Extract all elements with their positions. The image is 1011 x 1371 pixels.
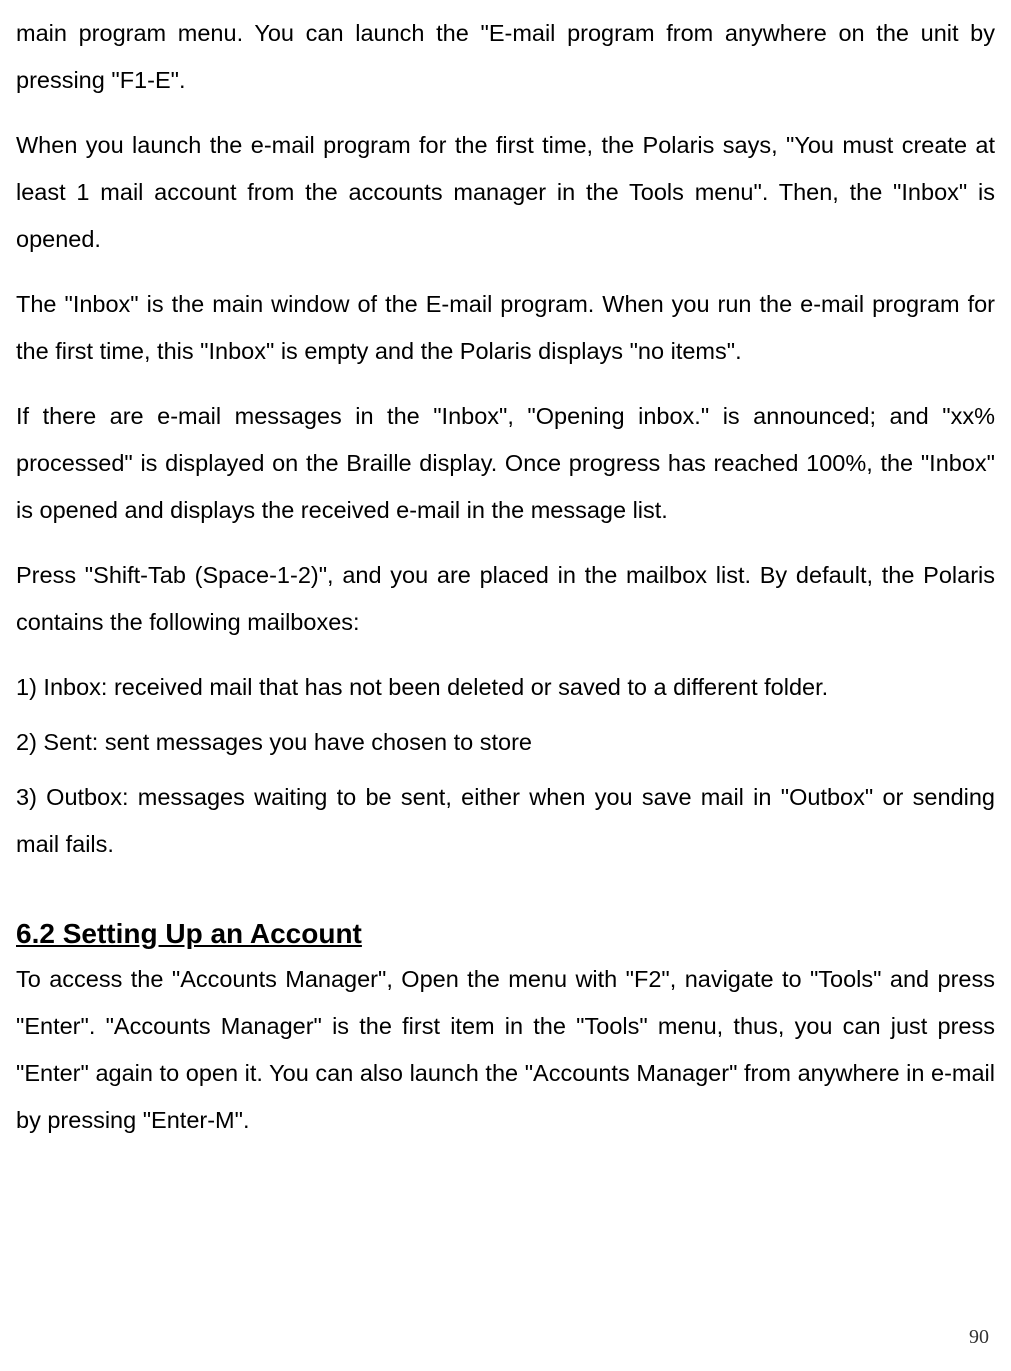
list-item: 2) Sent: sent messages you have chosen t… <box>16 719 995 766</box>
section-heading: 6.2 Setting Up an Account <box>16 916 995 952</box>
page-number: 90 <box>969 1317 989 1357</box>
body-paragraph: The "Inbox" is the main window of the E-… <box>16 281 995 375</box>
body-paragraph: If there are e-mail messages in the "Inb… <box>16 393 995 534</box>
body-paragraph: When you launch the e-mail program for t… <box>16 122 995 263</box>
body-paragraph: To access the "Accounts Manager", Open t… <box>16 956 995 1144</box>
list-item: 1) Inbox: received mail that has not bee… <box>16 664 995 711</box>
body-paragraph: main program menu. You can launch the "E… <box>16 10 995 104</box>
body-paragraph: Press "Shift-Tab (Space-1-2)", and you a… <box>16 552 995 646</box>
list-item: 3) Outbox: messages waiting to be sent, … <box>16 774 995 868</box>
